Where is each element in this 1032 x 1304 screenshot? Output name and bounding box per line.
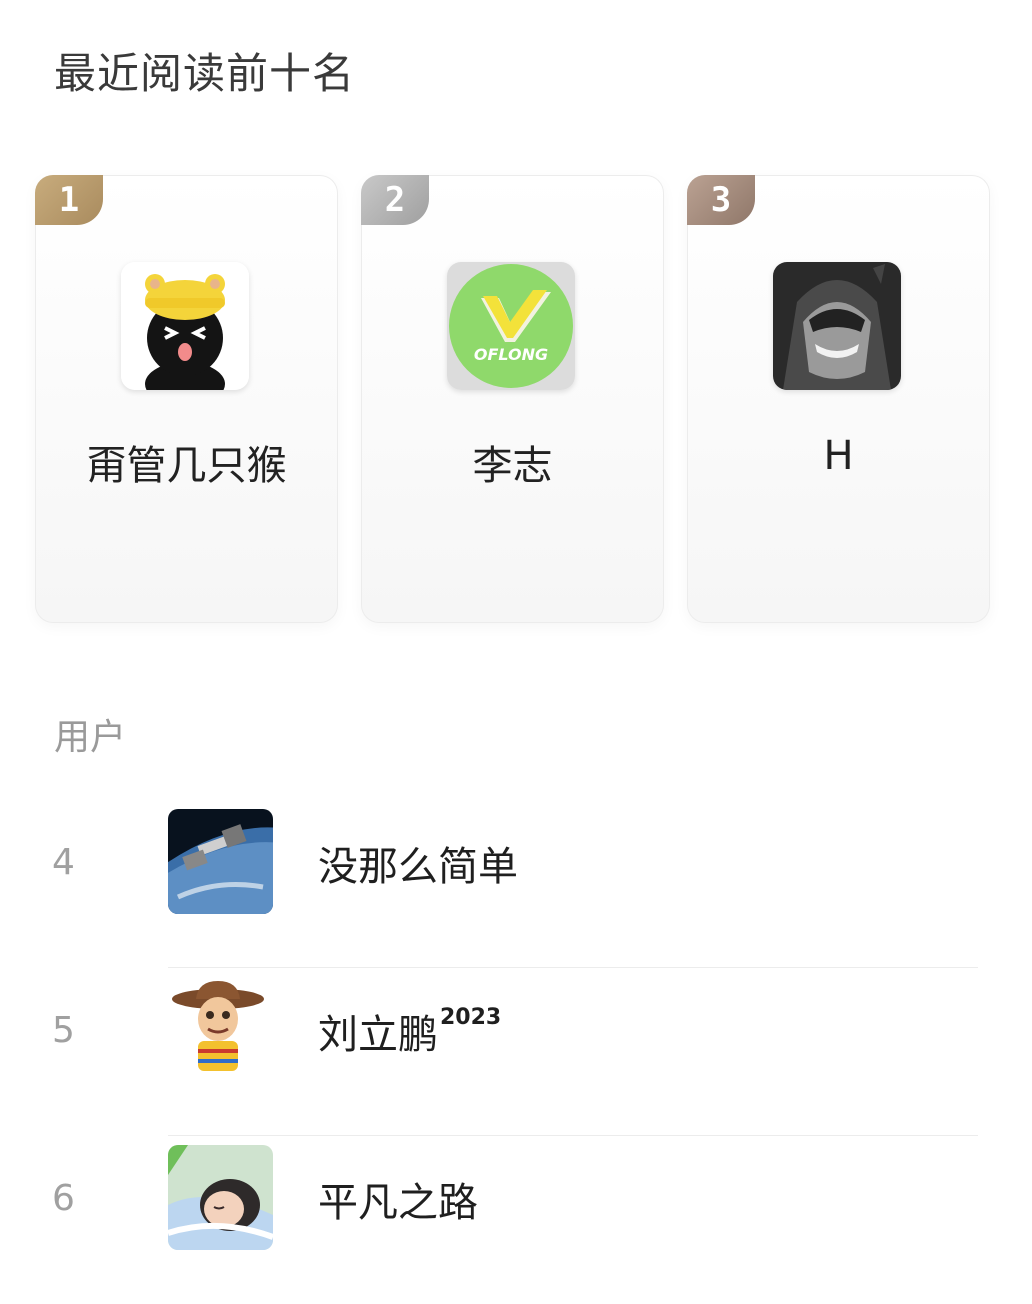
list-item[interactable]: 5 刘立鹏2023 [0, 968, 1032, 1136]
podium-name: 甭管几只猴 [86, 443, 287, 489]
dark-hooded-figure-avatar[interactable] [773, 262, 901, 390]
list-item[interactable]: 4 没那么简单 [0, 800, 1032, 968]
svg-text:OFLONG: OFLONG [474, 345, 548, 364]
podium-card-2[interactable]: 2 OFLONG 李志 [361, 175, 664, 623]
user-name: 平凡之路 [318, 1180, 478, 1226]
podium-name: 李志 [472, 443, 553, 489]
user-name: 刘立鹏2023 [318, 1005, 502, 1058]
rank-number: 6 [52, 1178, 75, 1219]
user-name: 没那么简单 [318, 844, 518, 890]
section-label-users: 用户 [54, 717, 127, 758]
rank-badge-gold: 1 [35, 175, 103, 225]
oflong-logo-avatar[interactable]: OFLONG [447, 262, 575, 390]
space-station-avatar[interactable] [168, 809, 273, 914]
list-item[interactable]: 6 平凡之路 [0, 1136, 1032, 1304]
podium-name: H [823, 433, 854, 479]
rank-badge-bronze: 3 [687, 175, 755, 225]
top-three-podium: 1 甭管几只猴 2 OFLONG 李志 3 H [35, 175, 992, 625]
cat-with-yellow-hat-avatar[interactable] [121, 262, 249, 390]
cowboy-toy-avatar[interactable] [168, 977, 273, 1082]
rank-number: 5 [52, 1010, 75, 1051]
page-title: 最近阅读前十名 [54, 49, 356, 98]
podium-card-3[interactable]: 3 H [687, 175, 990, 623]
sleeping-cartoon-avatar[interactable] [168, 1145, 273, 1250]
name-suffix: 2023 [440, 1005, 502, 1030]
rank-badge-silver: 2 [361, 175, 429, 225]
podium-card-1[interactable]: 1 甭管几只猴 [35, 175, 338, 623]
rank-number: 4 [52, 842, 75, 883]
